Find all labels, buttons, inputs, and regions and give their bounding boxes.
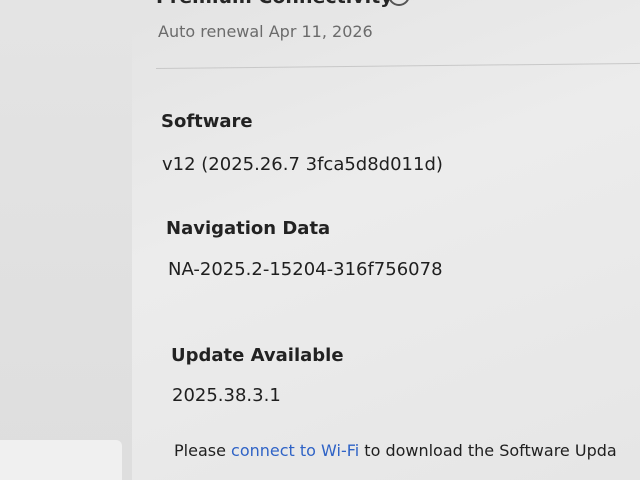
- software-settings-content: Premium Connectivity Auto renewal Apr 11…: [155, 0, 640, 480]
- screen: Premium Connectivity Auto renewal Apr 11…: [0, 0, 640, 480]
- software-label: Software: [161, 111, 253, 132]
- left-pane: [0, 0, 132, 480]
- divider: [155, 62, 640, 69]
- connect-wifi-link[interactable]: connect to Wi-Fi: [231, 441, 359, 460]
- software-version: v12 (2025.26.7 3fca5d8d011d): [162, 154, 443, 175]
- notice-suffix: to download the Software Upda: [359, 441, 617, 460]
- notice-prefix: Please: [174, 441, 232, 460]
- update-available-label: Update Available: [171, 345, 344, 366]
- wifi-notice: Please connect to Wi-Fi to download the …: [174, 441, 617, 460]
- left-pane-panel: [0, 440, 122, 480]
- update-version: 2025.38.3.1: [172, 385, 281, 406]
- navigation-data-label: Navigation Data: [166, 218, 331, 239]
- navigation-data-version: NA-2025.2-15204-316f756078: [168, 259, 443, 280]
- renewal-date: Auto renewal Apr 11, 2026: [158, 22, 373, 41]
- connectivity-title: Premium Connectivity: [156, 0, 393, 8]
